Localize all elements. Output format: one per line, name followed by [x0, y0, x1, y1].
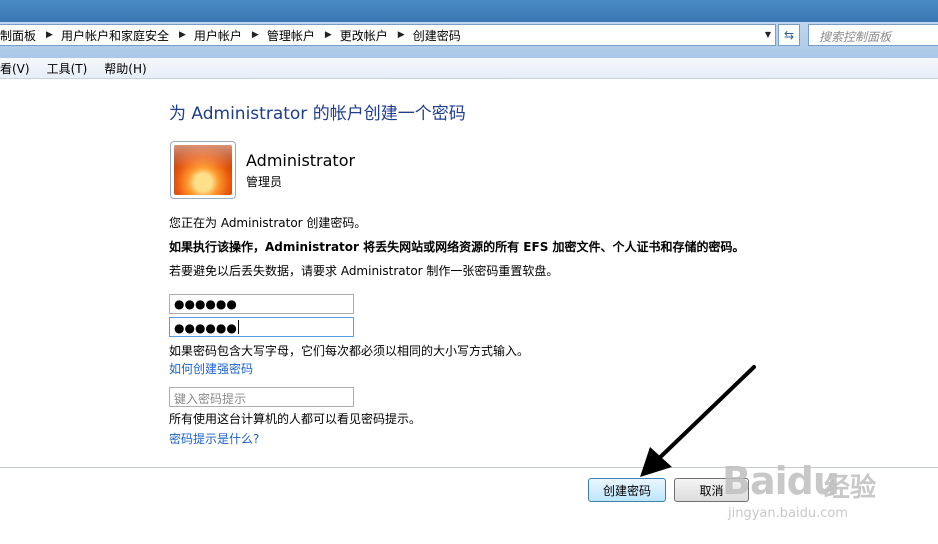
breadcrumb-item-change-account[interactable]: ▶ 更改帐户 — [315, 27, 388, 44]
refresh-icon: ⇆ — [783, 28, 795, 42]
menu-help[interactable]: 帮助(H) — [104, 60, 146, 77]
avatar — [170, 141, 236, 199]
account-name: Administrator — [246, 151, 356, 170]
refresh-button[interactable]: ⇆ — [778, 24, 800, 46]
breadcrumb-label: 制面板 — [0, 28, 37, 43]
account-type: 管理员 — [246, 175, 283, 189]
breadcrumb-item-control-panel[interactable]: 制面板 — [0, 27, 36, 44]
hint-visibility-note: 所有使用这台计算机的人都可以看见密码提示。 — [169, 412, 422, 426]
baidu-logo: Baidu — [722, 459, 840, 503]
breadcrumb-separator-icon[interactable]: ▶ — [46, 30, 53, 40]
window-title-bar — [0, 0, 938, 22]
breadcrumb-label: 用户帐户 — [193, 28, 242, 43]
password-hint-help-link[interactable]: 密码提示是什么? — [169, 430, 259, 447]
advice-text: 若要避免以后丢失数据，请要求 Administrator 制作一张密码重置软盘。 — [169, 264, 559, 278]
page-title: 为 Administrator 的帐户创建一个密码 — [169, 104, 466, 124]
password-hint-input[interactable]: 键入密码提示 — [169, 387, 354, 407]
main-content: 为 Administrator 的帐户创建一个密码 Administrator … — [0, 79, 938, 544]
breadcrumb-separator-icon[interactable]: ▶ — [398, 30, 405, 40]
breadcrumb-item-user-accounts-family-safety[interactable]: ▶ 用户帐户和家庭安全 — [36, 27, 169, 44]
baidu-jingyan-watermark: Baidu 经验 jingyan.baidu.com — [718, 459, 938, 544]
breadcrumb-item-user-accounts[interactable]: ▶ 用户帐户 — [169, 27, 242, 44]
breadcrumb-label: 更改帐户 — [339, 28, 388, 43]
hint-placeholder: 键入密码提示 — [174, 392, 247, 406]
breadcrumb-separator-icon[interactable]: ▶ — [325, 30, 332, 40]
breadcrumb-item-create-password[interactable]: ▶ 创建密码 — [388, 27, 461, 44]
new-password-input[interactable]: ●●●●●● — [169, 294, 354, 314]
info-text: 您正在为 Administrator 创建密码。 — [169, 216, 367, 230]
breadcrumb-separator-icon[interactable]: ▶ — [179, 30, 186, 40]
menu-view[interactable]: 看(V) — [0, 60, 30, 77]
confirm-password-mask: ●●●●●● — [174, 321, 237, 335]
warning-text: 如果执行该操作，Administrator 将丢失网站或网络资源的所有 EFS … — [169, 240, 745, 254]
menu-tools[interactable]: 工具(T) — [47, 60, 88, 77]
text-caret — [237, 320, 239, 334]
address-bar[interactable]: 制面板 ▶ 用户帐户和家庭安全 ▶ 用户帐户 ▶ 管理帐户 ▶ 更改帐户 ▶ 创… — [0, 24, 776, 46]
flower-picture-icon — [174, 145, 232, 195]
breadcrumb-label: 管理帐户 — [266, 28, 315, 43]
breadcrumb-item-manage-accounts[interactable]: ▶ 管理帐户 — [242, 27, 315, 44]
password-mask: ●●●●●● — [174, 297, 237, 311]
address-dropdown-icon[interactable]: ▼ — [765, 30, 771, 39]
confirm-password-input[interactable]: ●●●●●● — [169, 317, 354, 337]
breadcrumb-label: 创建密码 — [412, 28, 461, 43]
search-placeholder: 搜索控制面板 — [819, 30, 892, 44]
watermark-url: jingyan.baidu.com — [728, 506, 848, 521]
breadcrumb-label: 用户帐户和家庭安全 — [60, 28, 169, 43]
breadcrumb-separator-icon[interactable]: ▶ — [252, 30, 259, 40]
menu-bar: 看(V) 工具(T) 帮助(H) — [0, 58, 938, 79]
case-sensitivity-note: 如果密码包含大写字母，它们每次都必须以相同的大小写方式输入。 — [169, 344, 530, 358]
create-password-label: 创建密码 — [602, 483, 651, 498]
search-input[interactable]: 搜索控制面板 — [808, 24, 938, 46]
strong-password-link[interactable]: 如何创建强密码 — [169, 360, 253, 377]
create-password-button[interactable]: 创建密码 — [588, 478, 666, 502]
watermark-text: 经验 — [824, 473, 877, 503]
